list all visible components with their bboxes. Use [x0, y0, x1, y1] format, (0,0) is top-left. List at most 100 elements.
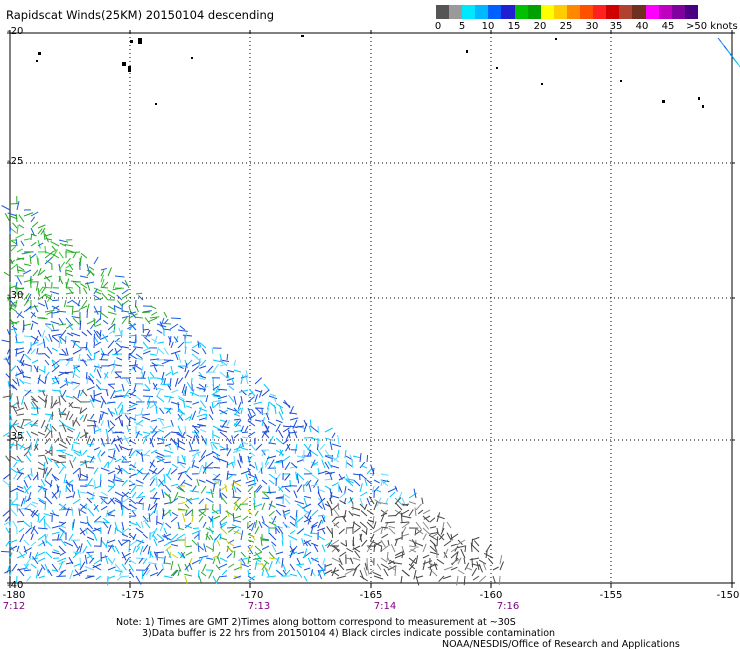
wind-barb: [65, 305, 74, 307]
wind-barb: [19, 443, 25, 450]
wind-barb: [289, 417, 299, 421]
wind-barb: [65, 395, 74, 399]
wind-barb: [372, 571, 382, 577]
wind-barb: [232, 481, 242, 487]
wind-barb: [44, 353, 51, 359]
wind-barb: [135, 479, 144, 484]
wind-barb: [498, 575, 501, 585]
wind-barb: [142, 370, 146, 379]
wind-barb: [116, 294, 123, 301]
wind-barb: [361, 539, 368, 547]
wind-barb: [31, 221, 39, 228]
wind-barb: [177, 502, 186, 505]
wind-barb: [191, 349, 200, 355]
wind-barb: [261, 416, 265, 427]
wind-barb: [163, 527, 168, 535]
wind-barb: [1, 205, 11, 211]
island-speck: [496, 67, 498, 69]
wind-barb: [289, 529, 296, 535]
wind-barb: [16, 545, 20, 553]
wind-barb: [156, 442, 164, 445]
wind-barb: [142, 413, 151, 416]
wind-barb: [177, 401, 180, 411]
wind-barb: [132, 545, 137, 553]
wind-barb: [438, 575, 445, 583]
wind-barb: [380, 473, 389, 476]
wind-barb: [114, 414, 123, 421]
wind-barb: [184, 503, 190, 509]
wind-barb: [191, 539, 198, 546]
wind-barb: [241, 497, 249, 504]
wind-barb: [177, 341, 185, 349]
wind-barb: [242, 515, 249, 521]
wind-barb: [1, 550, 11, 553]
wind-barb: [147, 545, 151, 555]
wind-barb: [93, 341, 95, 349]
wind-barb: [321, 459, 326, 469]
wind-barb: [31, 501, 39, 505]
wind-barb: [261, 461, 263, 469]
wind-barb: [429, 539, 437, 547]
wind-barb: [251, 521, 256, 532]
wind-barb: [65, 425, 76, 431]
wind-barb: [284, 487, 291, 493]
wind-barb: [18, 266, 25, 271]
wind-barb: [72, 456, 77, 463]
wind-barb: [112, 353, 123, 355]
wind-barb: [44, 521, 51, 530]
wind-barb: [43, 230, 46, 241]
wind-barb: [44, 423, 49, 433]
wind-barb: [69, 569, 74, 580]
wind-barb: [125, 378, 130, 385]
wind-barb: [310, 450, 319, 457]
wind-barb: [4, 213, 11, 223]
wind-barb: [247, 555, 250, 565]
wind-barb: [162, 383, 172, 386]
island-speck: [122, 62, 126, 66]
wind-barb: [189, 391, 200, 397]
wind-barb: [121, 412, 130, 415]
wind-barb: [142, 502, 144, 511]
wind-barb: [12, 473, 18, 480]
wind-barb: [126, 424, 130, 433]
wind-barb: [38, 368, 46, 373]
wind-barb: [422, 554, 430, 559]
wind-barb: [219, 515, 228, 523]
wind-barb: [128, 353, 137, 360]
wind-barb: [37, 302, 46, 307]
wind-barb: [163, 395, 174, 399]
wind-barb: [311, 509, 319, 517]
wind-barb: [368, 495, 375, 505]
wind-barb: [189, 449, 200, 452]
wind-barb: [352, 455, 361, 459]
wind-barb: [247, 396, 255, 403]
wind-barb: [122, 310, 130, 313]
wind-barb: [307, 557, 312, 565]
wind-barb: [121, 288, 129, 295]
wind-barb: [72, 348, 82, 355]
wind-barb: [198, 383, 205, 388]
wind-barb: [86, 386, 95, 391]
wind-barb: [79, 414, 84, 421]
wind-barb: [86, 424, 96, 427]
wind-barb: [324, 454, 333, 457]
wind-barb: [422, 533, 427, 541]
wind-barb: [37, 454, 45, 457]
wind-barb: [136, 502, 144, 505]
wind-barb: [9, 520, 12, 529]
wind-barb: [344, 569, 354, 576]
wind-barb: [240, 374, 244, 385]
wind-barb: [93, 365, 103, 369]
wind-barb: [165, 371, 172, 377]
wind-barb: [93, 311, 102, 313]
wind-barb: [247, 509, 253, 516]
wind-barb: [197, 340, 200, 349]
wind-barb: [101, 286, 109, 289]
wind-barb: [37, 533, 47, 541]
wind-barb: [303, 497, 308, 507]
wind-barb: [185, 545, 193, 548]
wind-barb: [128, 503, 138, 510]
wind-barb: [2, 395, 11, 398]
wind-barb: [114, 443, 120, 453]
wind-barb: [98, 413, 102, 424]
